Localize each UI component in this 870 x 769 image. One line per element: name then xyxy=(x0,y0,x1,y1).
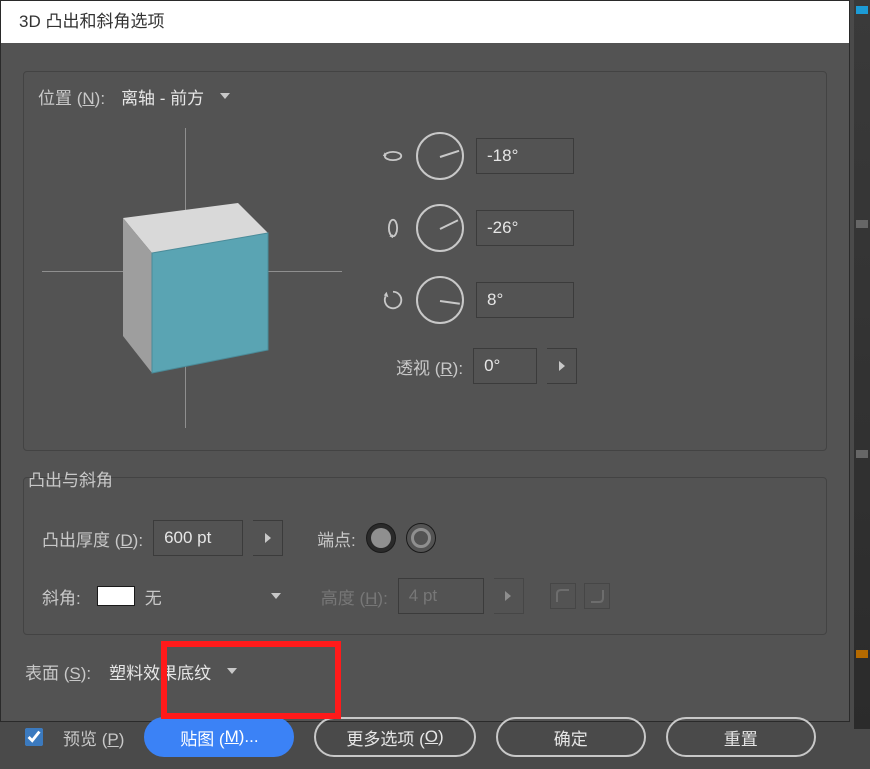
position-label-text: 位置 (N): xyxy=(38,84,105,109)
perspective-row: 透视 (R): xyxy=(396,348,577,384)
rotate-y-row xyxy=(382,204,577,252)
surface-select[interactable]: 塑料效果底纹 xyxy=(101,655,245,687)
perspective-label: 透视 (R): xyxy=(396,354,463,379)
bevel-height-input xyxy=(398,578,484,614)
more-options-button[interactable]: 更多选项 (O) xyxy=(314,717,475,757)
rotate-z-input[interactable] xyxy=(476,282,574,318)
position-label: 位置 (N): 离轴 - 前方 xyxy=(34,80,242,112)
dialog-body: 位置 (N): 离轴 - 前方 xyxy=(1,43,849,769)
bevel-value: 无 xyxy=(145,584,162,609)
dialog-3d-extrude-bevel: 3D 凸出和斜角选项 位置 (N): 离轴 - 前方 xyxy=(0,0,850,722)
chevron-right-icon xyxy=(559,361,565,371)
rotate-circular-icon xyxy=(382,289,404,311)
cap-label: 端点: xyxy=(317,526,356,551)
rotate-x-row xyxy=(382,132,577,180)
position-select-value: 离轴 - 前方 xyxy=(121,84,204,109)
preview-label[interactable]: 预览 (P) xyxy=(63,725,124,750)
reset-button[interactable]: 重置 xyxy=(666,717,816,757)
chevron-down-icon xyxy=(220,93,230,99)
cap-on-toggle[interactable] xyxy=(366,523,396,553)
rotate-y-dial[interactable] xyxy=(416,204,464,252)
bevel-height-step-button xyxy=(494,578,524,614)
cube-icon xyxy=(90,178,300,388)
bevel-none-icon xyxy=(97,586,135,606)
surface-label: 表面 (S): xyxy=(25,659,91,684)
rotate-z-row xyxy=(382,276,577,324)
chevron-right-icon xyxy=(505,591,511,601)
extrude-depth-step-button[interactable] xyxy=(253,520,283,556)
rotate-x-dial[interactable] xyxy=(416,132,464,180)
bevel-label: 斜角: xyxy=(42,584,81,609)
preview-checkbox[interactable] xyxy=(25,728,43,746)
map-art-button[interactable]: 贴图 (M)... xyxy=(144,717,294,757)
ok-button[interactable]: 确定 xyxy=(496,717,646,757)
rotation-controls: 透视 (R): xyxy=(382,128,577,384)
rotate-z-dial[interactable] xyxy=(416,276,464,324)
rotate-x-input[interactable] xyxy=(476,138,574,174)
chevron-right-icon xyxy=(265,533,271,543)
bevel-extent-out-icon xyxy=(584,583,610,609)
surface-value: 塑料效果底纹 xyxy=(109,659,211,684)
group-extrude-bevel: 凸出与斜角 凸出厚度 (D): 端点: 斜角: 无 xyxy=(23,477,827,635)
bevel-select[interactable]: 无 xyxy=(91,579,287,613)
background-panel-strip xyxy=(854,0,870,729)
dialog-title: 3D 凸出和斜角选项 xyxy=(1,1,849,43)
bevel-height-label: 高度 (H): xyxy=(321,584,388,609)
extrude-bevel-title: 凸出与斜角 xyxy=(24,466,117,491)
dialog-footer: 预览 (P) 贴图 (M)... 更多选项 (O) 确定 重置 xyxy=(23,717,827,757)
rotate-horizontal-icon xyxy=(382,145,404,167)
rotate-y-input[interactable] xyxy=(476,210,574,246)
bevel-extent-in-icon xyxy=(550,583,576,609)
perspective-step-button[interactable] xyxy=(547,348,577,384)
group-position: 位置 (N): 离轴 - 前方 xyxy=(23,71,827,451)
extrude-depth-input[interactable] xyxy=(153,520,243,556)
extrude-depth-label: 凸出厚度 (D): xyxy=(42,526,143,551)
rotate-vertical-icon xyxy=(382,217,404,239)
perspective-input[interactable] xyxy=(473,348,537,384)
cube-preview[interactable] xyxy=(42,128,342,428)
chevron-down-icon xyxy=(227,668,237,674)
surface-row: 表面 (S): 塑料效果底纹 xyxy=(25,655,827,687)
cap-off-toggle[interactable] xyxy=(406,523,436,553)
position-select[interactable]: 离轴 - 前方 xyxy=(113,80,238,112)
chevron-down-icon xyxy=(271,593,281,599)
